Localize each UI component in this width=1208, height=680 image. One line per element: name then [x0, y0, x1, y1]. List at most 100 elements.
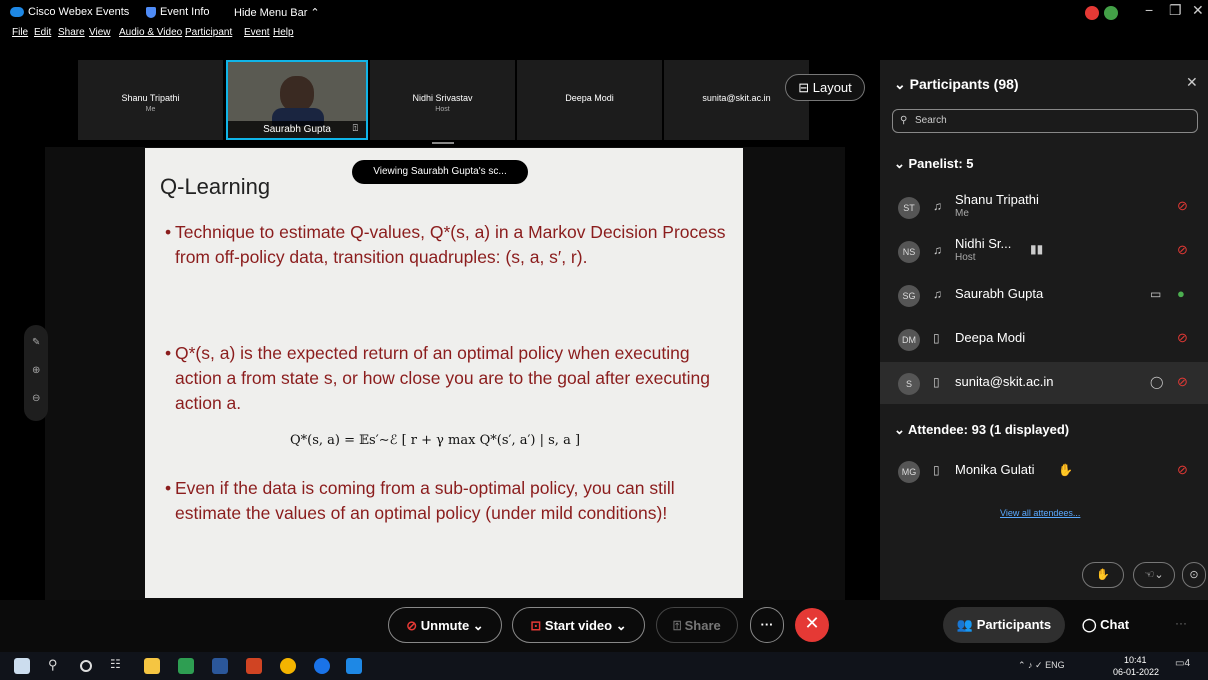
- reaction-button[interactable]: ☜⌄: [1133, 562, 1175, 588]
- share-icon: ⍐: [673, 618, 685, 633]
- participant-name: Monika Gulati: [955, 462, 1035, 477]
- menu-file[interactable]: File: [12, 27, 28, 38]
- participants-label: Participants: [976, 617, 1052, 632]
- video-tile-sunita[interactable]: sunita@skit.ac.in: [664, 60, 809, 140]
- menu-participant[interactable]: Participant: [185, 27, 232, 38]
- chevron-down-icon: ⌄: [612, 618, 627, 633]
- recording-indicator-icon[interactable]: [1085, 6, 1099, 20]
- unmute-label: Unmute: [420, 618, 470, 633]
- powerpoint-icon[interactable]: [246, 658, 262, 674]
- video-tile-shanu[interactable]: Shanu Tripathi Me: [78, 60, 223, 140]
- resize-handle[interactable]: [432, 142, 454, 144]
- mic-muted-icon[interactable]: ⊘: [1177, 374, 1188, 390]
- more-options-icon[interactable]: ⊙: [1182, 562, 1206, 588]
- tile-name: Shanu Tripathi: [121, 93, 180, 103]
- menu-share[interactable]: Share: [58, 27, 85, 38]
- participant-row[interactable]: S ▯ sunita@skit.ac.in ◯ ⊘: [880, 362, 1208, 404]
- menu-view[interactable]: View: [89, 27, 111, 38]
- panel-header[interactable]: ⌄ Participants (98): [894, 76, 1019, 93]
- clock-date[interactable]: 06-01-2022: [1113, 667, 1159, 677]
- search-icon: ⚲: [900, 115, 908, 126]
- video-tile-saurabh[interactable]: Saurabh Gupta ⍐: [226, 60, 368, 140]
- restore-icon[interactable]: ❐: [1169, 2, 1182, 19]
- chrome-icon[interactable]: [280, 658, 296, 674]
- chat-label: Chat: [1100, 617, 1130, 632]
- section-label: Panelist: 5: [908, 156, 974, 171]
- system-tray[interactable]: ⌃ ♪ ✓ ENG: [1018, 660, 1065, 671]
- share-button[interactable]: ⍐ Share: [656, 607, 738, 643]
- slide-formula: Q*(s, a) = 𝔼s′∼ℰ [ r + γ max Q*(s′, a′) …: [290, 433, 581, 448]
- layout-button[interactable]: ⊟ Layout: [785, 74, 865, 101]
- panelist-section-header[interactable]: ⌄ Panelist: 5: [894, 156, 974, 172]
- participant-row[interactable]: MG ▯ Monika Gulati ✋ ⊘: [880, 450, 1208, 492]
- more-panels-icon[interactable]: ···: [1175, 616, 1187, 630]
- windows-start-icon[interactable]: [14, 658, 30, 674]
- avatar: S: [898, 373, 920, 395]
- slide-title: Q-Learning: [160, 174, 271, 199]
- app-name: Cisco Webex Events: [28, 6, 130, 18]
- headset-icon: ♫: [933, 287, 942, 301]
- menu-help[interactable]: Help: [273, 27, 294, 38]
- task-view-icon[interactable]: ☷: [110, 657, 126, 673]
- phone-icon: ▯: [933, 331, 940, 345]
- participant-role: Host: [955, 252, 976, 263]
- video-tile-nidhi[interactable]: Nidhi Srivastav Host: [370, 60, 515, 140]
- clock-time[interactable]: 10:41: [1124, 655, 1147, 665]
- participant-row[interactable]: DM ▯ Deepa Modi ⊘: [880, 318, 1208, 360]
- video-camera-icon[interactable]: ▭: [1150, 287, 1161, 301]
- cortana-icon[interactable]: [80, 660, 92, 672]
- video-tile-deepa[interactable]: Deepa Modi: [517, 60, 662, 140]
- search-icon[interactable]: ⚲: [48, 657, 64, 673]
- notification-icon[interactable]: ▭4: [1175, 658, 1190, 669]
- raise-hand-icon: ✋: [1058, 463, 1073, 477]
- video-off-icon: ⊡: [530, 618, 545, 633]
- annotate-icon[interactable]: ✎: [32, 337, 40, 348]
- raise-hand-button[interactable]: ✋: [1082, 562, 1124, 588]
- close-window-icon[interactable]: ✕: [1192, 2, 1204, 19]
- unmute-button[interactable]: ⊘ Unmute ⌄: [388, 607, 502, 643]
- hide-menu-bar-button[interactable]: Hide Menu Bar ⌃: [234, 6, 320, 19]
- tile-role: Host: [435, 106, 450, 113]
- start-video-button[interactable]: ⊡ Start video ⌄: [512, 607, 645, 643]
- meeting-controls: ⊘ Unmute ⌄ ⊡ Start video ⌄ ⍐ Share ··· ✕…: [0, 600, 1208, 652]
- zoom-in-icon[interactable]: ⊕: [32, 365, 40, 376]
- phone-icon: ▯: [933, 463, 940, 477]
- participant-row[interactable]: ST ♫ Shanu Tripathi Me ⊘: [880, 186, 1208, 228]
- mic-muted-icon[interactable]: ⊘: [1177, 330, 1188, 346]
- chat-bubble-icon[interactable]: ◯: [1150, 375, 1163, 389]
- event-info-button[interactable]: Event Info: [146, 6, 210, 18]
- menu-edit[interactable]: Edit: [34, 27, 51, 38]
- slide-bullet-2: • Q*(s, a) is the expected return of an o…: [165, 341, 730, 416]
- chat-button[interactable]: ◯ Chat: [1082, 617, 1129, 633]
- video-strip: Shanu Tripathi Me Saurabh Gupta ⍐ Nidhi S…: [0, 60, 880, 145]
- file-explorer-icon[interactable]: [144, 658, 160, 674]
- search-placeholder: Search: [915, 115, 947, 126]
- search-input[interactable]: ⚲ Search: [892, 109, 1198, 133]
- close-panel-icon[interactable]: ✕: [1186, 74, 1198, 91]
- minimize-icon[interactable]: −: [1145, 2, 1153, 18]
- zoom-out-icon[interactable]: ⊖: [32, 393, 40, 404]
- attendee-section-header[interactable]: ⌄ Attendee: 93 (1 displayed): [894, 422, 1069, 438]
- maps-icon[interactable]: [178, 658, 194, 674]
- mic-muted-icon[interactable]: ⊘: [1177, 242, 1188, 258]
- participants-button[interactable]: 👥 Participants: [943, 607, 1065, 643]
- event-info-label: Event Info: [160, 6, 210, 18]
- more-button[interactable]: ···: [750, 607, 784, 643]
- view-all-attendees-link[interactable]: View all attendees...: [1000, 508, 1080, 518]
- tile-role: Me: [145, 106, 156, 113]
- menu-event[interactable]: Event: [244, 27, 270, 38]
- app-icon[interactable]: [314, 658, 330, 674]
- network-health-icon[interactable]: [1104, 6, 1118, 20]
- panel-title: Participants (98): [909, 76, 1019, 92]
- mic-muted-icon[interactable]: ⊘: [1177, 198, 1188, 214]
- participant-row[interactable]: NS ♫ Nidhi Sr... Host ▮▮ ⊘: [880, 230, 1208, 272]
- headset-icon: ♫: [933, 243, 942, 257]
- viewing-indicator[interactable]: Viewing Saurabh Gupta's sc...: [352, 160, 528, 184]
- mic-on-icon[interactable]: ●: [1177, 286, 1185, 301]
- participant-row[interactable]: SG ♫ Saurabh Gupta ▭ ●: [880, 274, 1208, 316]
- word-icon[interactable]: [212, 658, 228, 674]
- webex-taskbar-icon[interactable]: [346, 658, 362, 674]
- mic-muted-icon[interactable]: ⊘: [1177, 462, 1188, 478]
- menu-audio-video[interactable]: Audio & Video: [119, 27, 182, 38]
- leave-meeting-button[interactable]: ✕: [795, 608, 829, 642]
